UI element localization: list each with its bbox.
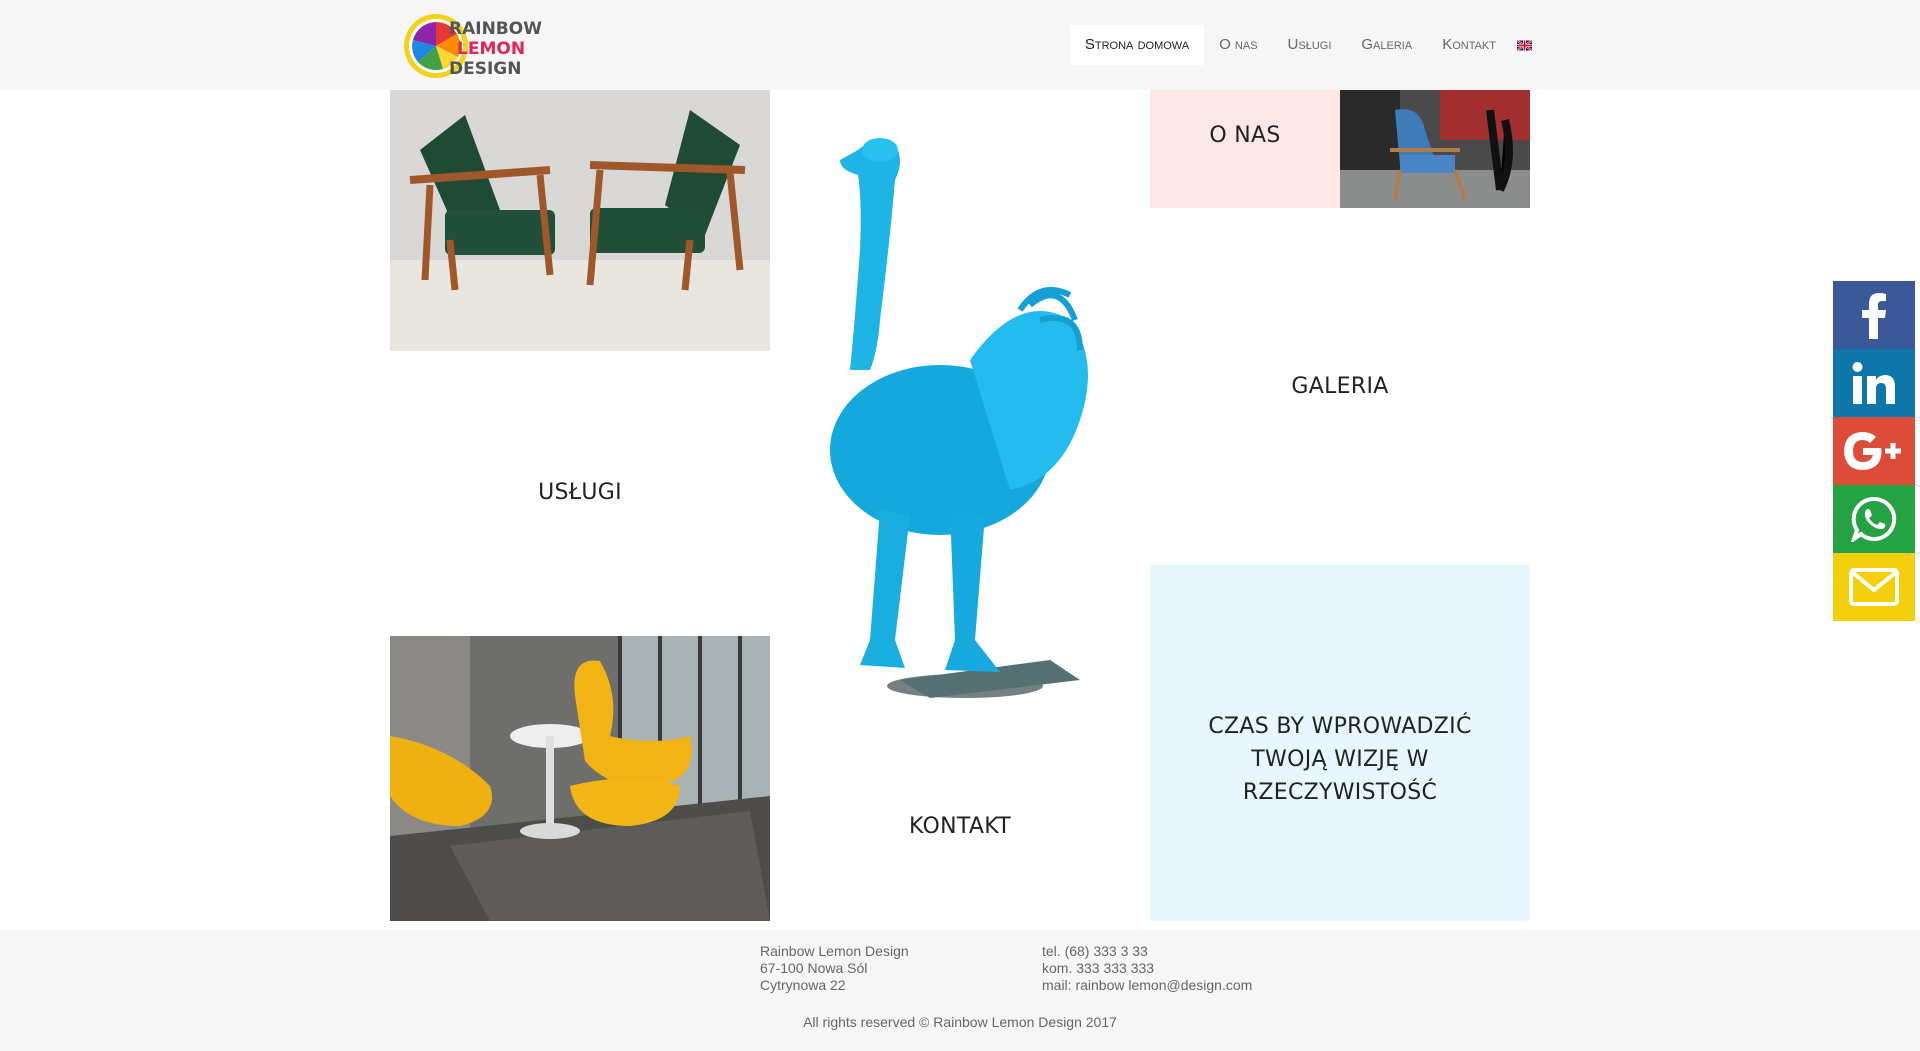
site-header: RAINBOW LEMON DESIGN Strona domowa O nas… bbox=[0, 0, 1920, 90]
nav-item-about[interactable]: O nas bbox=[1204, 25, 1272, 65]
armchairs-image bbox=[390, 90, 770, 351]
google-plus-button[interactable] bbox=[1833, 417, 1915, 485]
galeria-label: GALERIA bbox=[1291, 374, 1389, 399]
footer-postal: 67-100 Nowa Sól bbox=[760, 960, 868, 976]
footer-street: Cytrynowa 22 bbox=[760, 977, 846, 993]
nav-item-contact[interactable]: Kontakt bbox=[1427, 25, 1511, 65]
logo-line-2: LEMON bbox=[457, 39, 525, 59]
logo-line-3: DESIGN bbox=[449, 59, 521, 79]
blue-armchair-image bbox=[1340, 90, 1530, 208]
logo[interactable]: RAINBOW LEMON DESIGN bbox=[403, 10, 553, 82]
email-icon bbox=[1849, 568, 1899, 606]
blue-armchair-photo[interactable] bbox=[1340, 90, 1530, 208]
footer-contact: tel. (68) 333 3 33 kom. 333 333 333 mail… bbox=[1042, 943, 1252, 994]
footer-company: Rainbow Lemon Design bbox=[760, 943, 909, 959]
o-nas-label: O NAS bbox=[1209, 123, 1281, 148]
ostrich-kontakt-tile[interactable]: KONTAKT bbox=[770, 90, 1150, 921]
footer-address: Rainbow Lemon Design 67-100 Nowa Sól Cyt… bbox=[760, 943, 909, 994]
facebook-button[interactable] bbox=[1833, 281, 1915, 349]
uslugi-tile[interactable]: USŁUGI bbox=[390, 351, 770, 636]
uslugi-label: USŁUGI bbox=[538, 480, 622, 505]
uk-flag-icon[interactable] bbox=[1517, 39, 1532, 51]
kontakt-label: KONTAKT bbox=[908, 814, 1012, 839]
facebook-icon bbox=[1862, 293, 1886, 339]
galeria-tile[interactable]: GALERIA bbox=[1150, 208, 1530, 565]
slogan-text: CZAS BY WPROWADZIĆ TWOJĄ WIZJĘ W RZECZYW… bbox=[1208, 714, 1472, 805]
blue-ostrich-image bbox=[830, 138, 1088, 698]
linkedin-icon bbox=[1852, 362, 1895, 404]
nav-item-home[interactable]: Strona domowa bbox=[1069, 25, 1205, 65]
main-nav: Strona domowa O nas Usługi Galeria Konta… bbox=[1069, 25, 1532, 65]
email-button[interactable] bbox=[1833, 553, 1915, 621]
logo-line-1: RAINBOW bbox=[449, 19, 542, 39]
yellow-chairs-image bbox=[390, 636, 770, 921]
yellow-chairs-photo[interactable] bbox=[390, 636, 770, 921]
lemon-logo-icon: RAINBOW LEMON DESIGN bbox=[404, 14, 542, 79]
whatsapp-icon bbox=[1851, 496, 1897, 542]
whatsapp-button[interactable] bbox=[1833, 485, 1915, 553]
nav-item-gallery[interactable]: Galeria bbox=[1346, 25, 1427, 65]
footer-kom: kom. 333 333 333 bbox=[1042, 960, 1155, 976]
google-plus-icon bbox=[1844, 432, 1901, 470]
green-armchairs-photo[interactable] bbox=[390, 90, 770, 351]
footer-tel: tel. (68) 333 3 33 bbox=[1042, 943, 1148, 959]
nav-item-services[interactable]: Usługi bbox=[1273, 25, 1347, 65]
site-footer: Rainbow Lemon Design 67-100 Nowa Sól Cyt… bbox=[0, 930, 1920, 1051]
slogan-tile: CZAS BY WPROWADZIĆ TWOJĄ WIZJĘ W RZECZYW… bbox=[1150, 565, 1530, 921]
footer-copyright: All rights reserved © Rainbow Lemon Desi… bbox=[803, 1014, 1117, 1030]
o-nas-tile[interactable]: O NAS bbox=[1150, 90, 1340, 208]
linkedin-button[interactable] bbox=[1833, 349, 1915, 417]
footer-mail[interactable]: mail: rainbow lemon@design.com bbox=[1042, 977, 1252, 994]
